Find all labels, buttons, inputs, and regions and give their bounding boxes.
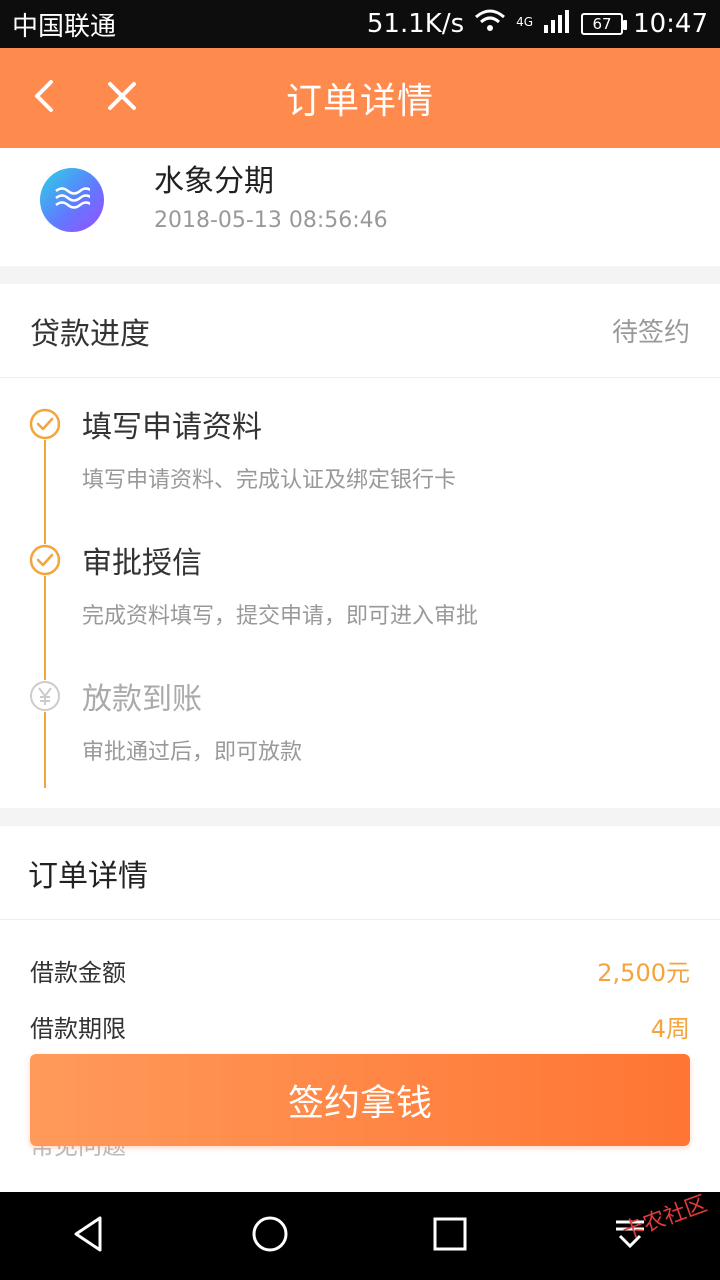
step-title: 审批授信 [82, 546, 202, 581]
network-type: 4G [516, 14, 534, 29]
status-bar: 中国联通 51.1K/s 4G 67 10:47 [0, 0, 720, 48]
app-header: 订单详情 [0, 48, 720, 148]
page-title: 订单详情 [285, 81, 434, 122]
loan-term-label: 借款期限 [30, 1014, 126, 1043]
progress-header: 贷款进度 待签约 [0, 284, 720, 378]
step-description: 审批通过后，即可放款 [82, 740, 303, 765]
company-card: 水象分期 2018-05-13 08:56:46 [0, 148, 720, 266]
nav-home-button[interactable] [240, 1206, 300, 1266]
order-date: 2018-05-13 08:56:46 [154, 208, 388, 233]
status-badge: 待签约 [611, 318, 690, 348]
signal-icon [543, 9, 571, 40]
water-wave-icon [54, 185, 93, 215]
carrier-label: 中国联通 [12, 11, 117, 42]
order-header: 订单详情 [0, 826, 720, 920]
sign-and-get-money-button[interactable]: 签约拿钱 [30, 1054, 690, 1146]
nav-back-button[interactable] [60, 1206, 120, 1266]
loan-amount-value: 2,500元 [597, 958, 690, 987]
status-indicators: 51.1K/s 4G 67 10:47 [367, 9, 708, 40]
step-title: 填写申请资料 [82, 410, 262, 445]
progress-steps: 填写申请资料 填写申请资料、完成认证及绑定银行卡 审批授信 完成资料填写，提交申… [0, 378, 720, 816]
back-button[interactable] [20, 74, 68, 122]
nav-recent-button[interactable] [420, 1206, 480, 1266]
close-button[interactable] [98, 74, 146, 122]
yuan-circle-icon [29, 680, 61, 712]
loan-amount-row: 借款金额 2,500元 [0, 950, 720, 990]
system-nav-bar [0, 1192, 720, 1280]
clock: 10:47 [633, 9, 708, 39]
step-approval: 审批授信 完成资料填写，提交申请，即可进入审批 [0, 544, 720, 680]
company-name: 水象分期 [154, 164, 274, 199]
square-recent-icon [432, 1216, 468, 1256]
loan-term-row: 借款期限 4周 [0, 1006, 720, 1046]
loan-progress-section: 贷款进度 待签约 填写申请资料 填写申请资料、完成认证及绑定银行卡 审批授信 完… [0, 284, 720, 808]
step-fill-application: 填写申请资料 填写申请资料、完成认证及绑定银行卡 [0, 408, 720, 544]
chevron-left-icon [29, 78, 59, 118]
step-disbursement: 放款到账 审批通过后，即可放款 [0, 680, 720, 816]
order-title: 订单详情 [28, 858, 148, 894]
wifi-icon [474, 9, 506, 40]
battery-icon: 67 [581, 13, 628, 35]
network-speed: 51.1K/s [366, 9, 465, 39]
triangle-back-icon [70, 1214, 110, 1258]
circle-home-icon [250, 1214, 290, 1258]
close-icon [106, 80, 138, 116]
loan-amount-label: 借款金额 [30, 958, 126, 987]
company-logo [40, 168, 104, 232]
step-description: 完成资料填写，提交申请，即可进入审批 [82, 604, 479, 629]
loan-term-value: 4周 [650, 1014, 690, 1043]
check-circle-icon [29, 408, 61, 440]
step-title: 放款到账 [82, 682, 202, 717]
check-circle-icon [29, 544, 61, 576]
progress-title: 贷款进度 [30, 316, 150, 352]
step-description: 填写申请资料、完成认证及绑定银行卡 [82, 468, 457, 493]
